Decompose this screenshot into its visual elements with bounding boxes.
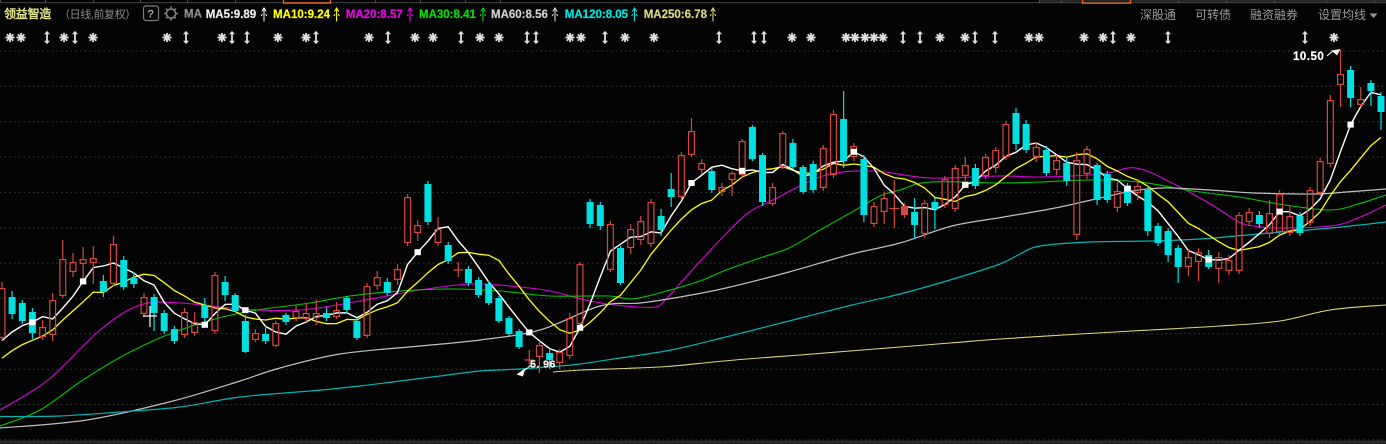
svg-text:MA5:9.89: MA5:9.89 (206, 9, 257, 21)
svg-text:领益智造: 领益智造 (4, 6, 52, 21)
svg-text:?: ? (148, 9, 154, 21)
svg-text:MA120:8.05: MA120:8.05 (565, 9, 629, 21)
svg-text:深股通: 深股通 (1140, 8, 1176, 22)
svg-text:（日线,前复权）: （日线,前复权） (59, 7, 136, 21)
svg-text:5. 96: 5. 96 (530, 359, 556, 371)
svg-text:MA10:9.24: MA10:9.24 (273, 9, 330, 21)
svg-text:MA60:8.56: MA60:8.56 (491, 9, 548, 21)
svg-text:MA20:8.57: MA20:8.57 (346, 9, 403, 21)
svg-text:10.50: 10.50 (1293, 51, 1324, 63)
svg-text:MA30:8.41: MA30:8.41 (419, 9, 476, 21)
svg-text:MA250:6.78: MA250:6.78 (644, 9, 708, 21)
svg-text:MA: MA (184, 9, 202, 21)
svg-text:可转债: 可转债 (1195, 7, 1231, 22)
svg-text:融资融券: 融资融券 (1250, 7, 1298, 22)
svg-text:设置均线: 设置均线 (1318, 8, 1366, 22)
